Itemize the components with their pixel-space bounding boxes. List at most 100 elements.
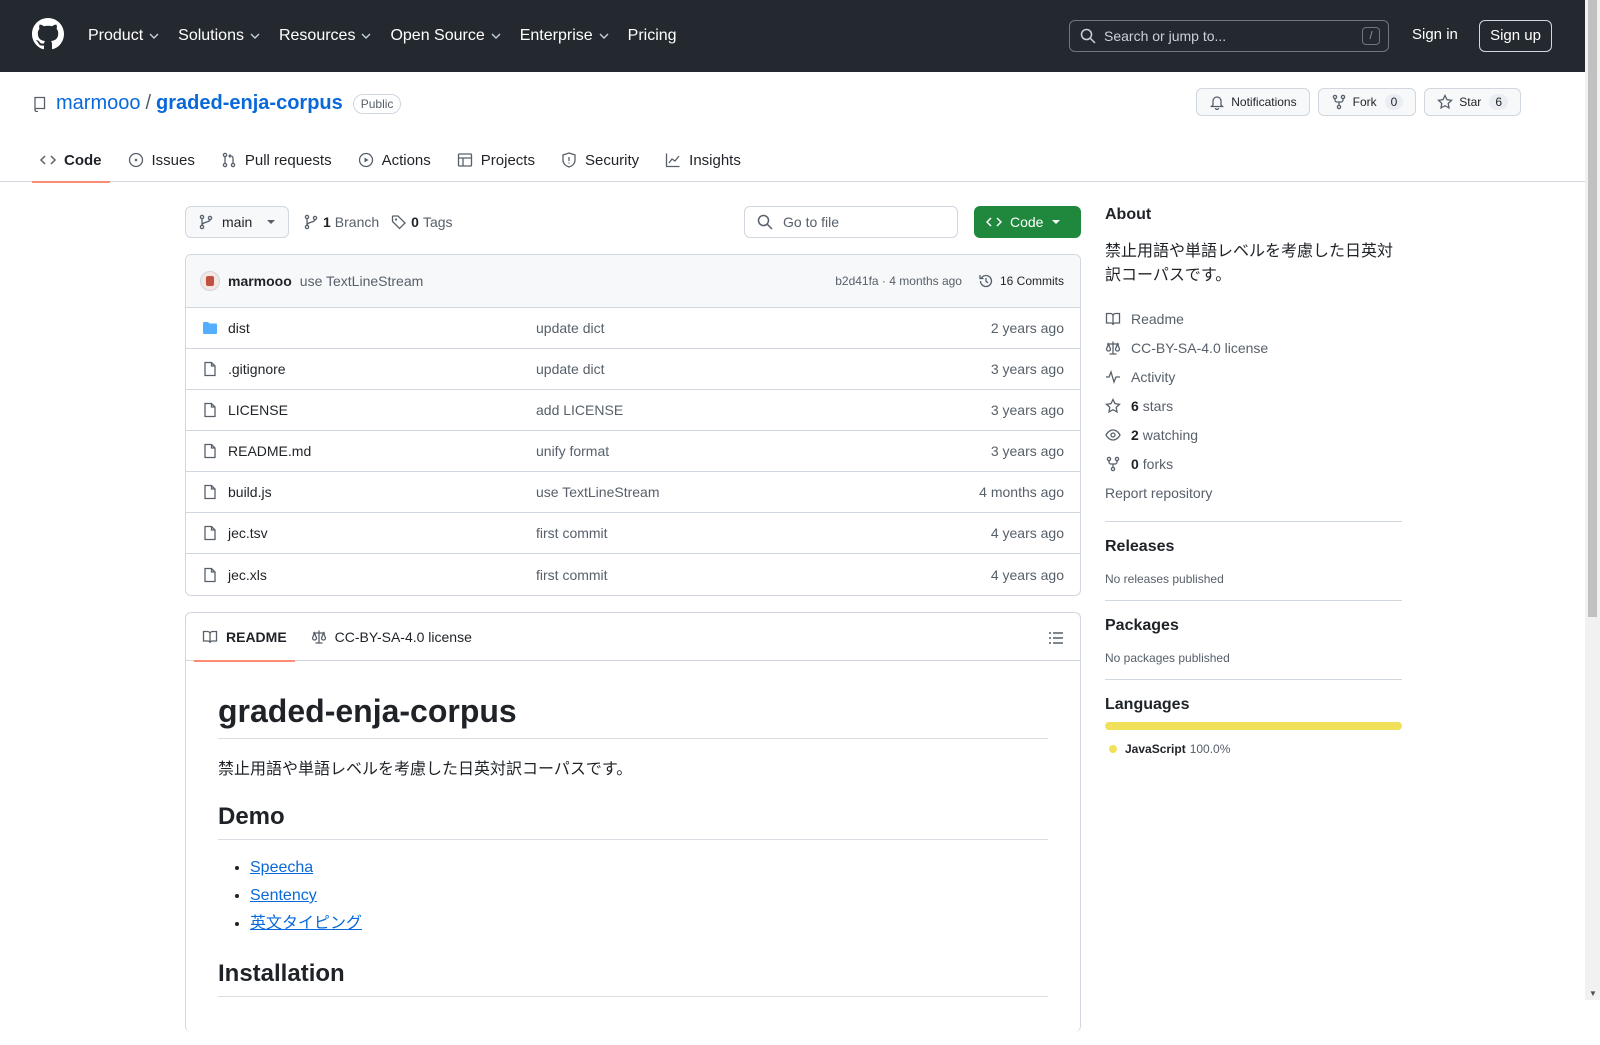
tab-pull-requests[interactable]: Pull requests: [213, 138, 340, 182]
go-to-file-input[interactable]: Go to file: [744, 206, 958, 238]
forks-count: 0: [1131, 455, 1139, 472]
repo-name-link[interactable]: graded-enja-corpus: [156, 92, 343, 115]
file-name-link[interactable]: build.js: [202, 484, 536, 500]
branch-selector[interactable]: main: [185, 206, 289, 238]
commits-history-link[interactable]: 16 Commits: [978, 273, 1064, 289]
license-tab[interactable]: CC-BY-SA-4.0 license: [303, 613, 480, 661]
divider: [1105, 679, 1402, 680]
scroll-down-arrow-icon[interactable]: ▼: [1589, 989, 1597, 998]
tag-label: Tags: [422, 214, 453, 230]
nav-pricing[interactable]: Pricing: [628, 27, 677, 45]
report-repository-link[interactable]: Report repository: [1105, 478, 1402, 507]
tab-code-label: Code: [64, 151, 102, 169]
tags-link[interactable]: 0 Tags: [391, 214, 453, 230]
file-icon: [204, 525, 216, 541]
license-link[interactable]: CC-BY-SA-4.0 license: [1105, 333, 1402, 362]
tab-security[interactable]: Security: [553, 138, 647, 182]
demo-link-speecha[interactable]: Speecha: [250, 859, 313, 876]
github-logo-icon[interactable]: [32, 18, 64, 50]
file-name-link[interactable]: LICENSE: [202, 402, 536, 418]
tag-icon: [392, 215, 407, 230]
language-name: JavaScript: [1125, 742, 1186, 756]
releases-heading[interactable]: Releases: [1105, 538, 1402, 556]
file-commit-message[interactable]: add LICENSE: [536, 402, 991, 418]
language-bar: [1105, 722, 1402, 730]
file-commit-message[interactable]: use TextLineStream: [536, 484, 979, 500]
commit-author-link[interactable]: marmooo: [228, 273, 292, 289]
nav-open-source-label: Open Source: [390, 27, 485, 44]
demo-link-sentency[interactable]: Sentency: [250, 887, 317, 904]
issue-icon: [128, 152, 143, 168]
file-commit-message[interactable]: first commit: [536, 525, 991, 541]
file-commit-date: 3 years ago: [990, 402, 1064, 418]
chevron-down-icon: [599, 33, 609, 39]
watching-label: watching: [1142, 426, 1199, 443]
file-name-link[interactable]: .gitignore: [202, 361, 536, 377]
file-toolbar: main 1 Branch 0 Tags Go to file Code: [185, 206, 1081, 238]
global-nav: Product Solutions Resources Open Source …: [88, 0, 695, 72]
activity-link[interactable]: Activity: [1105, 362, 1402, 391]
tab-insights[interactable]: Insights: [657, 138, 749, 182]
readme-link[interactable]: Readme: [1105, 304, 1402, 333]
packages-heading[interactable]: Packages: [1105, 617, 1402, 635]
avatar[interactable]: [200, 271, 220, 291]
branch-count: 1: [323, 214, 331, 230]
commit-hash-time[interactable]: b2d41fa · 4 months ago: [835, 274, 962, 288]
stars-link[interactable]: 6 stars: [1105, 391, 1402, 420]
file-icon: [204, 402, 216, 418]
commits-count-label: 16 Commits: [999, 274, 1064, 288]
nav-enterprise[interactable]: Enterprise: [520, 27, 610, 45]
star-button[interactable]: Star 6: [1424, 88, 1521, 116]
file-name: build.js: [228, 484, 272, 500]
page-scrollbar[interactable]: ▼: [1585, 0, 1600, 1000]
file-commit-message[interactable]: unify format: [536, 443, 991, 459]
about-sidebar: About 禁止用語や単語レベルを考慮した日英対訳コーパスです。 Readme …: [1105, 206, 1402, 756]
scrollbar-thumb[interactable]: [1588, 0, 1597, 617]
nav-open-source[interactable]: Open Source: [390, 27, 501, 45]
language-item-javascript[interactable]: JavaScript 100.0%: [1105, 742, 1402, 756]
file-name: jec.tsv: [228, 525, 268, 541]
table-row: build.js use TextLineStream 4 months ago: [186, 472, 1080, 513]
nav-product[interactable]: Product: [88, 27, 160, 45]
bell-icon: [1210, 96, 1225, 110]
file-name-link[interactable]: README.md: [202, 443, 536, 459]
book-icon: [202, 630, 218, 643]
activity-link-label: Activity: [1131, 368, 1176, 385]
file-name: README.md: [228, 443, 312, 459]
tab-code[interactable]: Code: [32, 138, 110, 183]
tab-projects-label: Projects: [480, 151, 535, 169]
fork-button[interactable]: Fork 0: [1317, 88, 1417, 116]
nav-resources[interactable]: Resources: [279, 27, 372, 45]
file-commit-message[interactable]: first commit: [536, 567, 991, 583]
tab-projects[interactable]: Projects: [449, 138, 543, 182]
file-commit-message[interactable]: update dict: [536, 320, 991, 336]
nav-solutions[interactable]: Solutions: [178, 27, 261, 45]
play-icon: [358, 152, 373, 168]
tab-issues[interactable]: Issues: [120, 138, 203, 182]
license-link-label: CC-BY-SA-4.0 license: [1131, 339, 1269, 356]
code-button-label: Code: [1010, 214, 1044, 230]
watchers-link[interactable]: 2 watching: [1105, 420, 1402, 449]
sign-in-link[interactable]: Sign in: [1412, 26, 1458, 43]
file-name-link[interactable]: dist: [202, 320, 536, 336]
commit-message-link[interactable]: use TextLineStream: [300, 273, 423, 289]
repo-owner-link[interactable]: marmooo: [56, 92, 140, 115]
readme-tab[interactable]: README: [194, 613, 295, 662]
sign-up-button[interactable]: Sign up: [1479, 20, 1552, 52]
repo-meta: 1 Branch 0 Tags: [303, 206, 465, 238]
forks-link[interactable]: 0 forks: [1105, 449, 1402, 478]
search-input[interactable]: Search or jump to... /: [1069, 20, 1389, 52]
list-item: Sentency: [250, 884, 1048, 908]
search-icon: [1080, 28, 1096, 44]
demo-link-typing[interactable]: 英文タイピング: [250, 915, 362, 932]
file-icon: [204, 443, 216, 459]
file-commit-message[interactable]: update dict: [536, 361, 991, 377]
file-name-link[interactable]: jec.xls: [202, 567, 536, 583]
branches-link[interactable]: 1 Branch: [303, 214, 379, 230]
repo-header: marmooo / graded-enja-corpus Public Noti…: [0, 72, 1585, 183]
file-name-link[interactable]: jec.tsv: [202, 525, 536, 541]
outline-list-icon[interactable]: [1048, 629, 1064, 646]
notifications-button[interactable]: Notifications: [1196, 88, 1310, 116]
tab-actions[interactable]: Actions: [350, 138, 439, 182]
code-dropdown-button[interactable]: Code: [974, 206, 1081, 238]
